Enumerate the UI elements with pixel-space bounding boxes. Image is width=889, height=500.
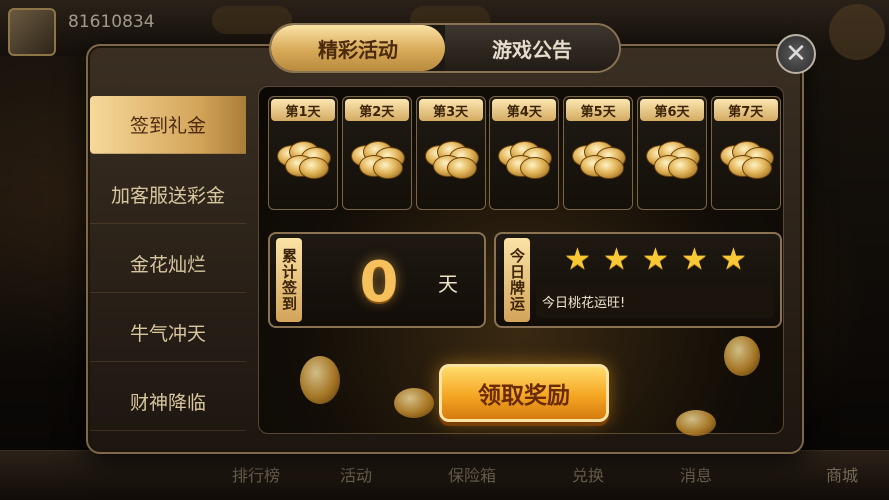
bottom-nav-shop[interactable]: 商城	[826, 462, 858, 486]
decor-coin-icon	[676, 410, 716, 436]
fortune-star-icon: ★	[720, 242, 747, 277]
dialog-tabs: 精彩活动 游戏公告	[269, 23, 621, 73]
day-label: 第6天	[640, 99, 704, 121]
checkin-unit: 天	[438, 272, 458, 296]
decor-coin-icon	[394, 388, 434, 418]
coin-stack-icon	[349, 139, 407, 179]
day-card[interactable]: 第4天	[489, 96, 560, 210]
player-id: 81610834	[68, 12, 155, 32]
decor-coin-icon	[724, 336, 760, 376]
tab-announcements[interactable]: 游戏公告	[445, 25, 619, 71]
sidebar-item-service-bonus[interactable]: 加客服送彩金	[90, 166, 246, 224]
day-card[interactable]: 第1天	[268, 96, 338, 210]
day-label: 第5天	[566, 99, 631, 121]
day-label: 第4天	[492, 99, 557, 121]
checkin-label: 累计签到	[276, 238, 302, 322]
fortune-star-icon: ★	[603, 242, 630, 277]
coin-stack-icon	[718, 139, 776, 179]
avatar[interactable]	[8, 8, 56, 56]
sidebar-item-bull-power[interactable]: 牛气冲天	[90, 304, 246, 362]
day-card[interactable]: 第3天	[415, 96, 486, 210]
bottom-nav-messages[interactable]: 消息	[680, 462, 712, 486]
day-label: 第2天	[344, 99, 409, 121]
day-label: 第1天	[271, 99, 335, 121]
coin-stack-icon	[423, 139, 481, 179]
bottom-nav	[0, 450, 889, 500]
coin-stack-icon	[275, 139, 333, 179]
day-card[interactable]: 第6天	[637, 96, 707, 210]
fortune-star-icon: ★	[642, 242, 669, 277]
tab-activities[interactable]: 精彩活动	[271, 25, 445, 71]
day-card[interactable]: 第5天	[563, 96, 634, 210]
bottom-nav-safe[interactable]: 保险箱	[448, 462, 496, 486]
close-icon: ✕	[785, 39, 807, 69]
fortune-star-icon: ★	[564, 242, 591, 277]
bottom-nav-ranking[interactable]: 排行榜	[232, 462, 280, 486]
fortune-text: 今日桃花运旺!	[536, 284, 774, 318]
fortune-label-text: 今日牌运	[508, 248, 526, 312]
sidebar-item-checkin-bonus[interactable]: 签到礼金	[90, 96, 246, 154]
coin-stack-icon	[644, 139, 702, 179]
coin-stack-icon	[496, 139, 554, 179]
customer-service-icon[interactable]	[829, 4, 885, 60]
coin-stack-icon	[570, 139, 628, 179]
close-button[interactable]: ✕	[776, 34, 816, 74]
claim-reward-button[interactable]: 领取奖励	[439, 364, 609, 422]
day-card[interactable]: 第2天	[341, 96, 412, 210]
fortune-label: 今日牌运	[504, 238, 530, 322]
day-card[interactable]: 第7天	[710, 96, 781, 210]
day-label: 第7天	[713, 99, 778, 121]
fortune-star-icon: ★	[681, 242, 708, 277]
checkin-label-text: 累计签到	[280, 248, 298, 312]
day-label: 第3天	[418, 99, 483, 121]
bottom-nav-activity[interactable]: 活动	[340, 462, 372, 486]
bottom-nav-exchange[interactable]: 兑换	[572, 462, 604, 486]
checkin-count: 0	[359, 249, 399, 315]
sidebar-item-fortune-god[interactable]: 财神降临	[90, 373, 246, 431]
decor-coin-icon	[300, 356, 340, 404]
sidebar-item-golden-flower[interactable]: 金花灿烂	[90, 235, 246, 293]
